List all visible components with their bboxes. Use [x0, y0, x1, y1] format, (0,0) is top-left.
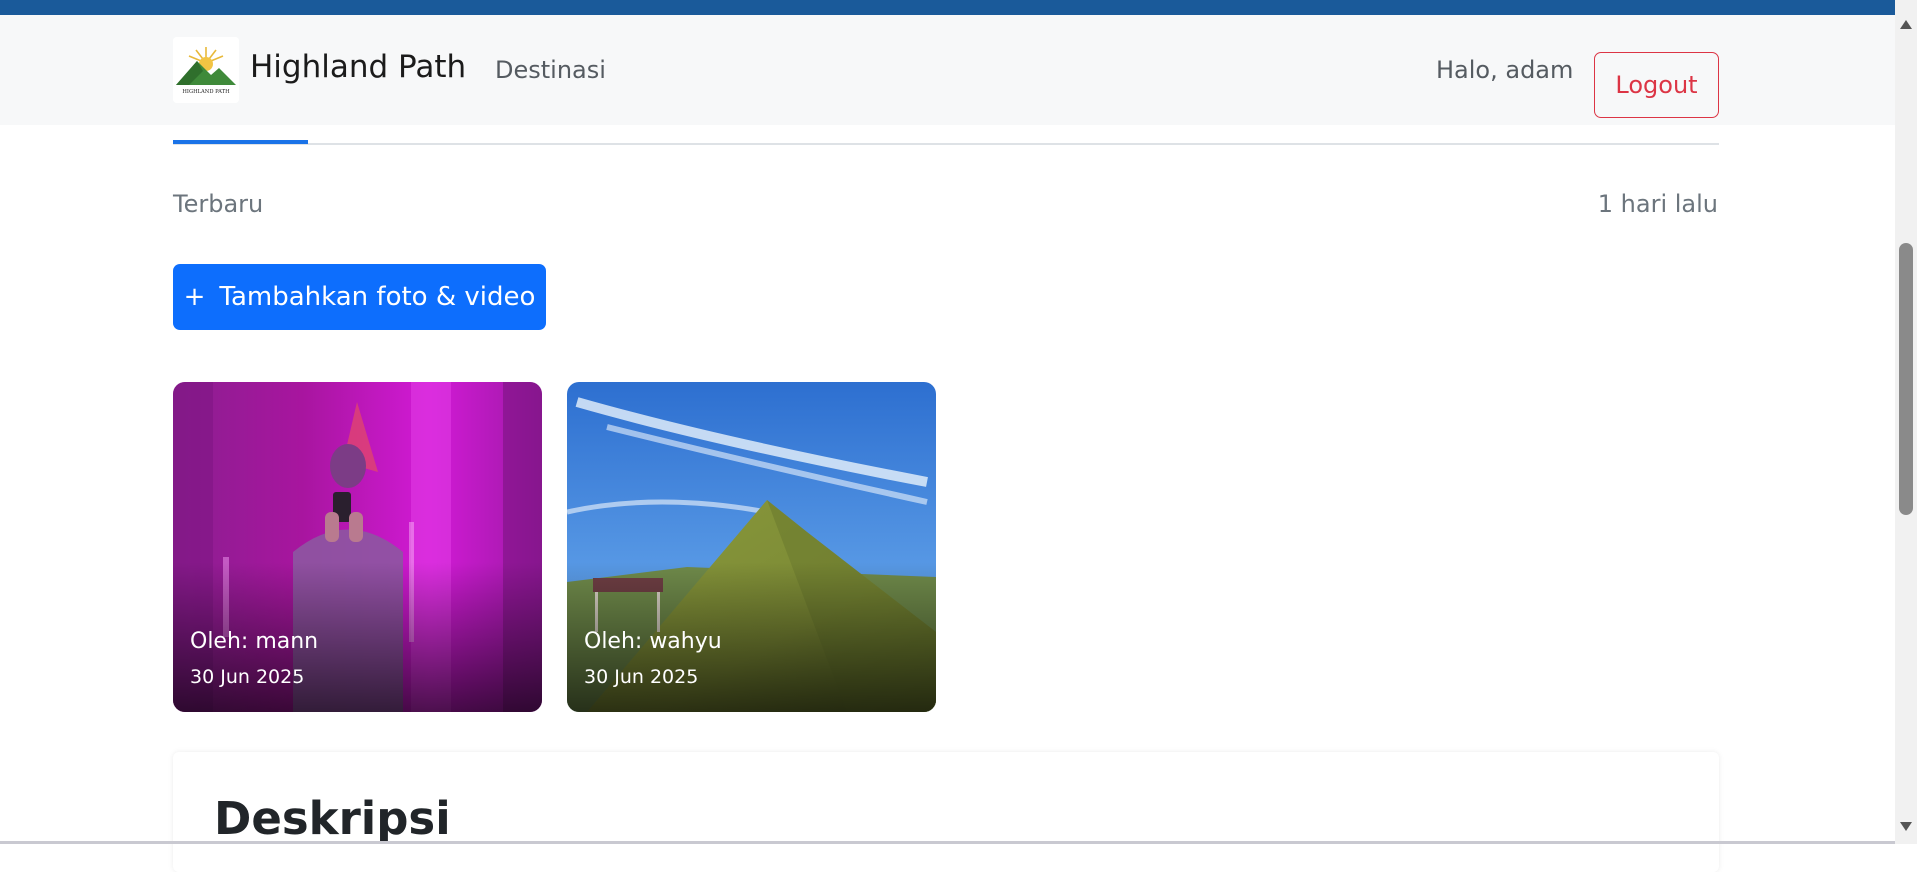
- navbar: HIGHLAND PATH Highland Path Destinasi Ha…: [0, 15, 1895, 125]
- vertical-scrollbar[interactable]: [1895, 0, 1917, 844]
- user-greeting: Halo, adam: [1436, 56, 1574, 84]
- card-author: Oleh: wahyu: [584, 629, 722, 654]
- photo-card[interactable]: Oleh: wahyu 30 Jun 2025: [567, 382, 936, 712]
- description-card: Deskripsi: [173, 752, 1719, 872]
- brand-link[interactable]: HIGHLAND PATH Highland Path: [173, 37, 466, 103]
- highland-path-logo: HIGHLAND PATH: [173, 37, 239, 103]
- scroll-thumb[interactable]: [1899, 243, 1913, 515]
- svg-text:HIGHLAND PATH: HIGHLAND PATH: [182, 89, 230, 95]
- card-date: 30 Jun 2025: [190, 666, 305, 688]
- scroll-down-arrow-icon[interactable]: [1900, 822, 1912, 831]
- nav-link-destinasi[interactable]: Destinasi: [495, 56, 606, 85]
- logout-button[interactable]: Logout: [1594, 52, 1719, 118]
- top-accent-bar: [0, 0, 1895, 15]
- sort-label[interactable]: Terbaru: [173, 190, 263, 219]
- active-tab-indicator[interactable]: [173, 140, 308, 144]
- plus-icon: +: [183, 282, 206, 312]
- photo-card[interactable]: Oleh: mann 30 Jun 2025: [173, 382, 542, 712]
- brand-name: Highland Path: [250, 48, 467, 85]
- card-author: Oleh: mann: [190, 629, 319, 654]
- time-label: 1 hari lalu: [1597, 190, 1718, 218]
- description-heading: Deskripsi: [214, 792, 451, 845]
- card-date: 30 Jun 2025: [584, 666, 699, 688]
- scroll-up-arrow-icon[interactable]: [1900, 20, 1912, 29]
- tabs-divider: [173, 143, 1719, 145]
- add-media-button[interactable]: + Tambahkan foto & video: [173, 264, 546, 330]
- add-media-label: Tambahkan foto & video: [219, 282, 536, 312]
